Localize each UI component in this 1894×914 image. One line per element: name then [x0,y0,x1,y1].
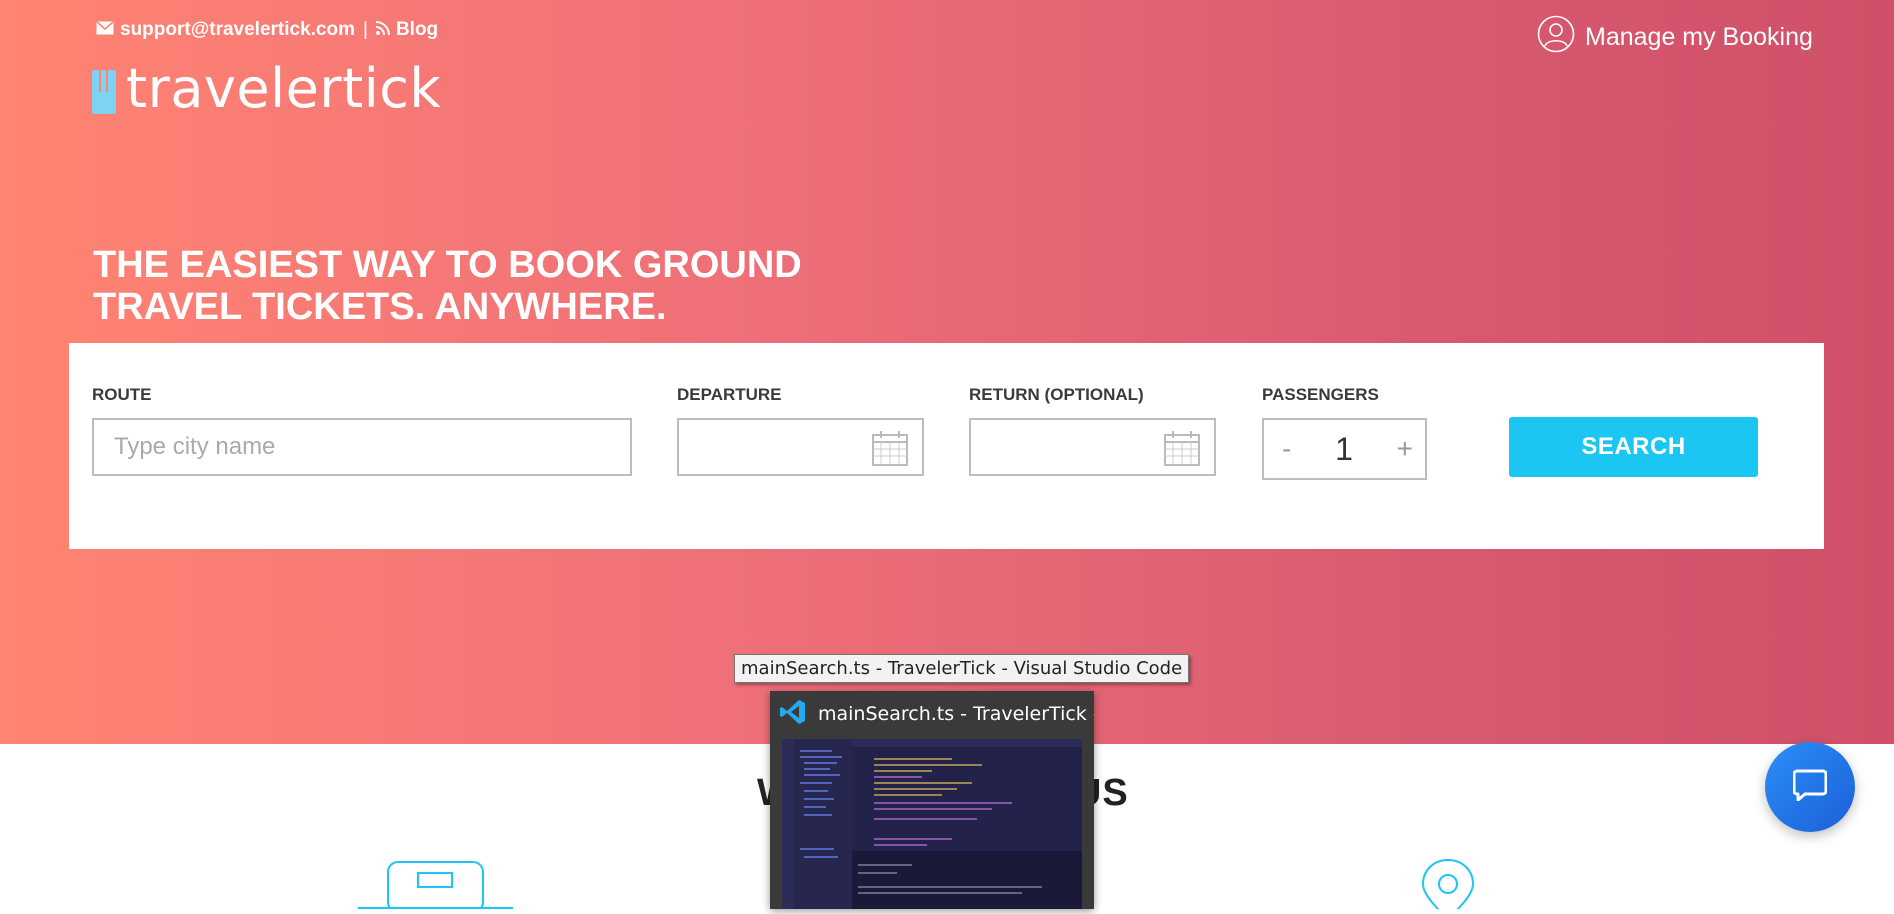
route-label: ROUTE [92,385,152,404]
support-email-link[interactable]: support@travelertick.com [120,19,355,41]
manage-booking-link[interactable]: Manage my Booking [1537,15,1813,60]
taskbar-window-preview[interactable]: mainSearch.ts - TravelerTick - Vi... [770,691,1094,909]
window-preview-image [782,739,1082,909]
passengers-stepper: - 1 + [1262,418,1427,480]
rss-icon [375,19,390,41]
user-icon [1537,15,1575,60]
manage-booking-label: Manage my Booking [1585,23,1813,51]
brand-logo[interactable]: travelertick [92,57,442,120]
luggage-icon [358,856,513,914]
return-label: RETURN (OPTIONAL) [969,385,1144,404]
topbar-separator: | [363,19,368,40]
chat-bubble-icon [1792,769,1828,806]
hero-headline-line2: TRAVEL TICKETS. ANYWHERE. [93,286,667,328]
vscode-icon [780,699,806,730]
calendar-icon[interactable] [872,430,908,471]
passengers-label: PASSENGERS [1262,385,1379,404]
departure-date-input[interactable] [677,418,924,476]
chat-button[interactable] [1765,742,1855,832]
window-preview-title: mainSearch.ts - TravelerTick - Vi... [818,703,1094,725]
route-field [92,418,632,476]
passengers-increment-button[interactable]: + [1397,433,1413,465]
passengers-decrement-button[interactable]: - [1282,433,1291,465]
location-pin-icon [1418,858,1478,914]
taskbar-tooltip: mainSearch.ts - TravelerTick - Visual St… [734,654,1190,683]
route-input[interactable] [94,420,630,474]
hero-headline: THE EASIEST WAY TO BOOK GROUND TRAVEL TI… [93,244,913,328]
logo-text: travelertick [126,57,442,120]
departure-label: DEPARTURE [677,385,782,404]
window-preview-header: mainSearch.ts - TravelerTick - Vi... [770,691,1094,737]
topbar-contact: support@travelertick.com | Blog [96,19,438,41]
hero-headline-line1: THE EASIEST WAY TO BOOK GROUND [93,244,802,286]
passengers-count[interactable]: 1 [1335,431,1353,468]
logo-mark-icon [92,70,116,114]
mail-icon [96,19,114,41]
blog-link[interactable]: Blog [396,19,438,41]
search-button[interactable]: SEARCH [1509,417,1758,477]
calendar-icon[interactable] [1164,430,1200,471]
return-date-input[interactable] [969,418,1216,476]
